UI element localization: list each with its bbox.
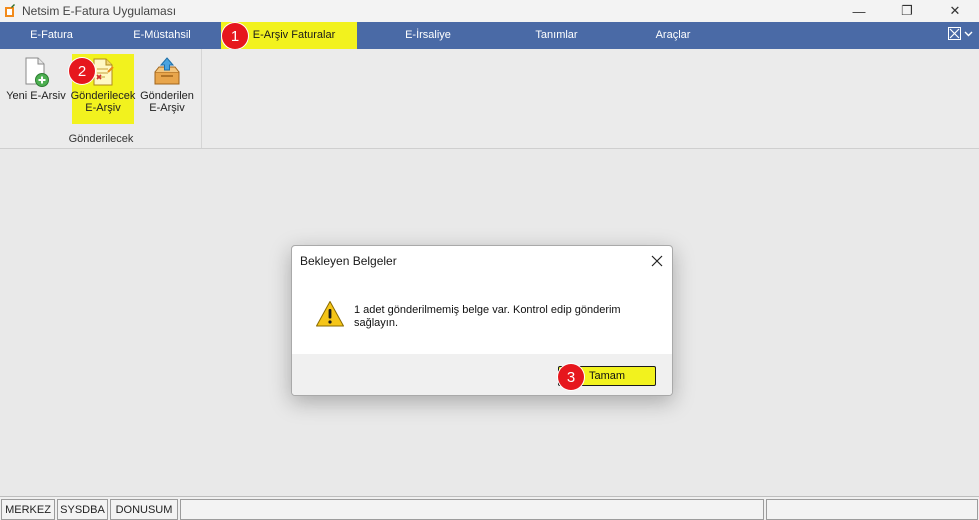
new-document-icon [25, 57, 49, 87]
menu-tab-e-fatura[interactable]: E-Fatura [0, 22, 103, 49]
close-window-button[interactable]: ✕ [931, 0, 979, 22]
ribbon: Yeni E-Arsiv Gönderilecek E-Arşiv Gönder… [0, 49, 979, 149]
warning-icon [316, 301, 344, 327]
new-e-arsiv-button[interactable]: Yeni E-Arsiv [4, 54, 68, 124]
dialog-body: 1 adet gönderilmemiş belge var. Kontrol … [292, 276, 672, 354]
dialog-close-button[interactable] [648, 252, 666, 270]
sent-archive-icon [154, 57, 180, 85]
sent-e-arsiv-label-2: E-Arşiv [149, 102, 185, 114]
sent-e-arsiv-label-1: Gönderilen [140, 90, 194, 102]
status-branch: MERKEZ [1, 499, 55, 520]
status-database: DONUSUM [110, 499, 178, 520]
app-logo-icon [5, 4, 15, 17]
dialog-message: 1 adet gönderilmemiş belge var. Kontrol … [354, 304, 621, 329]
window-controls: — ❐ ✕ [835, 0, 979, 22]
status-message-area [180, 499, 764, 520]
restore-button[interactable]: ❐ [883, 0, 931, 22]
window-title: Netsim E-Fatura Uygulaması [22, 4, 177, 18]
chevron-down-icon[interactable] [964, 29, 973, 38]
sent-e-arsiv-button[interactable]: Gönderilen E-Arşiv [138, 54, 196, 124]
menu-tab-e-mustahsil[interactable]: E-Müstahsil [103, 22, 221, 49]
mdi-close-icon[interactable] [948, 27, 961, 40]
menu-tab-e-irsaliye[interactable]: E-İrsaliye [357, 22, 499, 49]
menu-tab-araclar[interactable]: Araçlar [614, 22, 732, 49]
menu-tab-tanimlar[interactable]: Tanımlar [499, 22, 614, 49]
step-badge-2: 2 [69, 58, 95, 84]
status-bar: MERKEZ SYSDBA DONUSUM [0, 496, 979, 520]
step-badge-1: 1 [222, 23, 248, 49]
pending-e-arsiv-label-1: Gönderilecek [70, 90, 136, 102]
dialog-title: Bekleyen Belgeler [300, 254, 397, 268]
menu-options[interactable] [948, 27, 973, 40]
ribbon-group-gonderilecek: Yeni E-Arsiv Gönderilecek E-Arşiv Gönder… [0, 49, 202, 148]
status-extra-area [766, 499, 978, 520]
ribbon-group-label: Gönderilecek [68, 133, 134, 145]
pending-e-arsiv-label-2: E-Arşiv [85, 102, 121, 114]
main-menu-bar: E-Fatura E-Müstahsil E-Arşiv Faturalar E… [0, 22, 979, 49]
minimize-button[interactable]: — [835, 0, 883, 22]
dialog-footer: Tamam [292, 354, 672, 395]
close-icon[interactable] [651, 255, 663, 267]
step-badge-3: 3 [558, 364, 584, 390]
new-e-arsiv-label: Yeni E-Arsiv [6, 90, 66, 102]
pending-documents-dialog: Bekleyen Belgeler 1 adet gönderilmemiş b… [291, 245, 673, 396]
status-user: SYSDBA [57, 499, 108, 520]
title-bar: Netsim E-Fatura Uygulaması — ❐ ✕ [0, 0, 979, 22]
